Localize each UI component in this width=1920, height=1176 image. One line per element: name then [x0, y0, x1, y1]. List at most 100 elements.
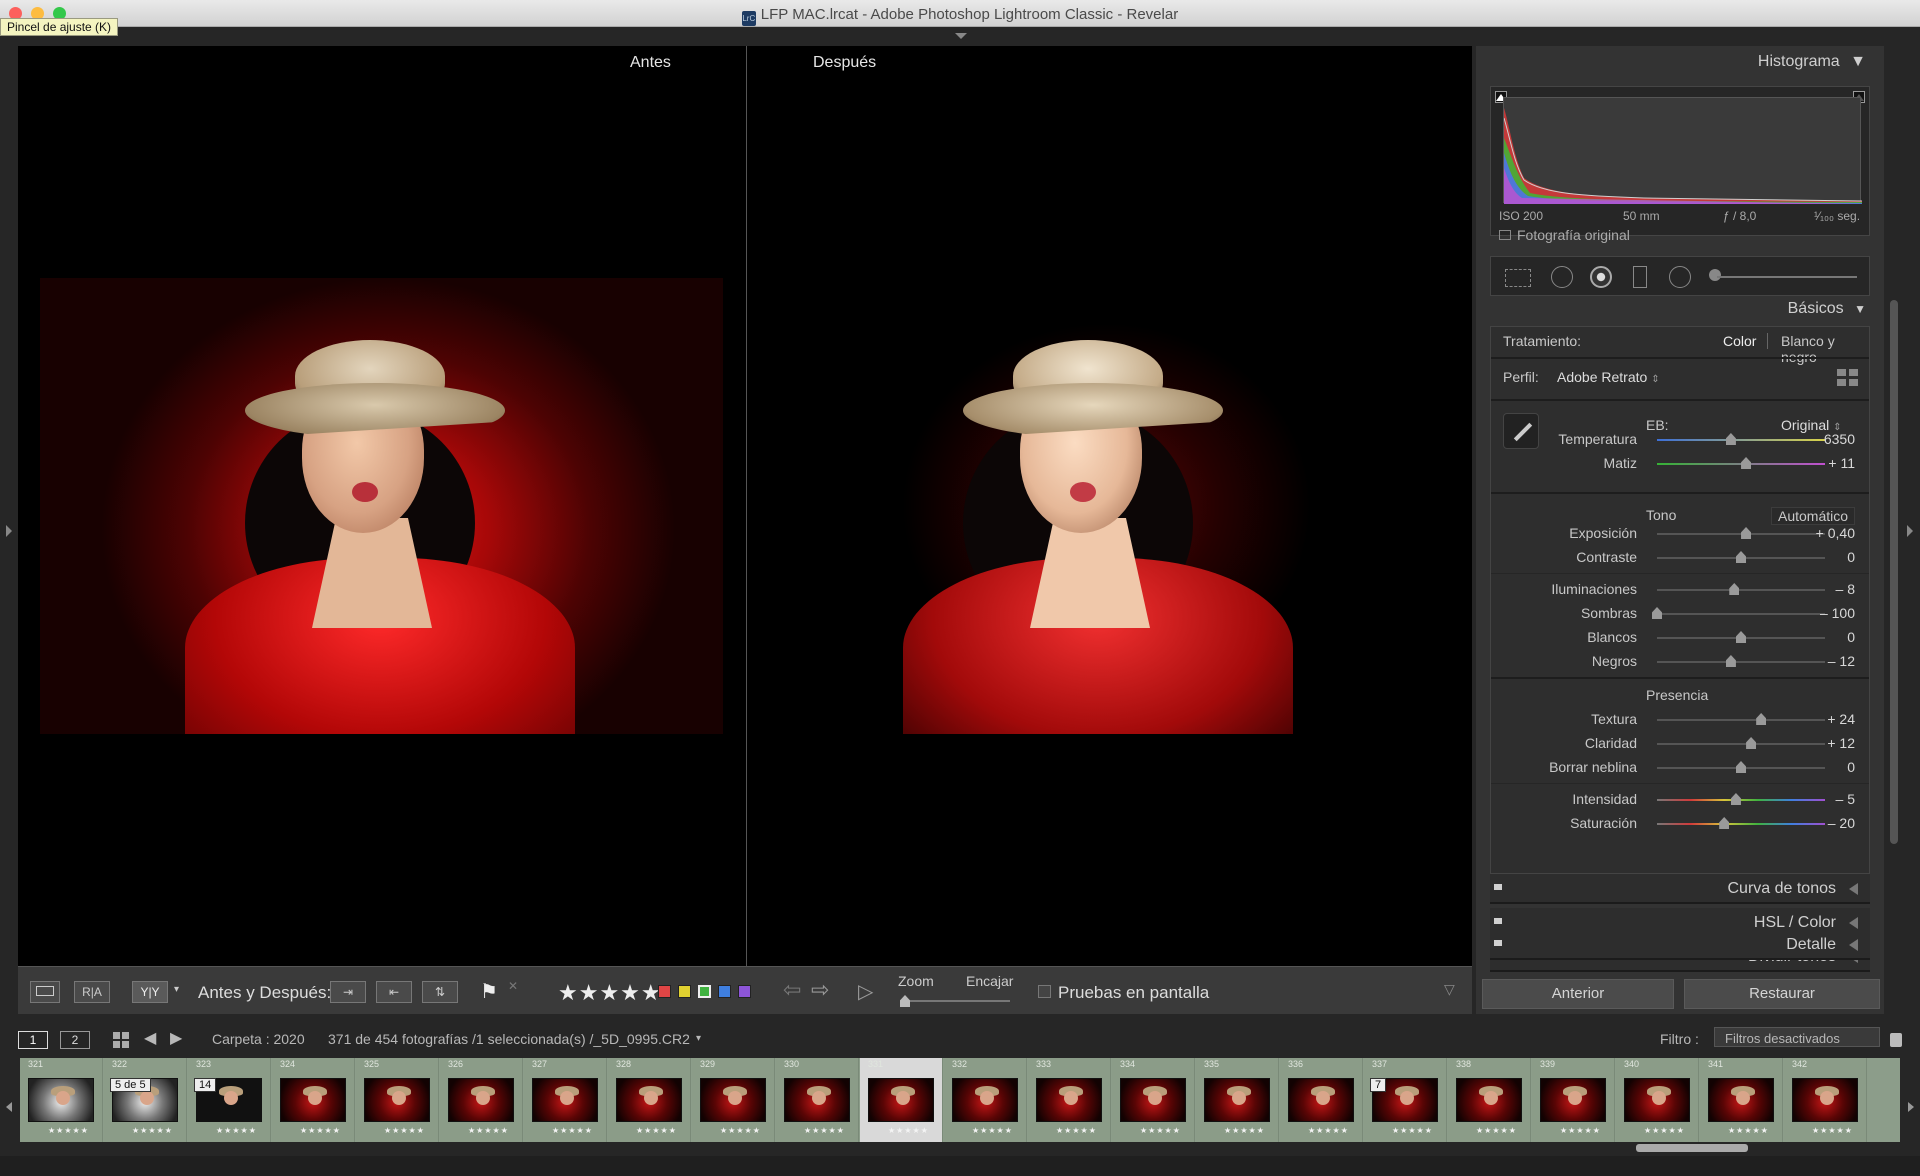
slider-thumb-saturation[interactable] [1719, 817, 1730, 829]
second-window-button[interactable]: 2 [60, 1031, 90, 1049]
filmstrip-left-arrow-icon[interactable] [6, 1102, 12, 1112]
filmstrip-thumbnail[interactable]: 338 ★★★★★ [1448, 1058, 1531, 1142]
reset-button[interactable]: Restaurar [1684, 979, 1880, 1009]
slider-thumb-shadows[interactable] [1652, 607, 1662, 619]
loupe-view-button[interactable] [30, 981, 60, 1003]
radial-filter-tool-icon[interactable] [1669, 266, 1691, 288]
profile-browser-grid-icon[interactable] [1837, 369, 1859, 387]
previous-photo-arrow-icon[interactable]: ⇦ [783, 977, 801, 1003]
previous-settings-button[interactable]: Anterior [1482, 979, 1674, 1009]
swap-before-after-button[interactable]: ⇅ [422, 981, 458, 1003]
top-panel-toggle-icon[interactable] [955, 33, 967, 39]
before-after-ra-button[interactable]: R|A [74, 981, 110, 1003]
filter-dropdown[interactable]: Filtros desactivados [1714, 1027, 1880, 1047]
soft-proof-checkbox[interactable] [1038, 985, 1051, 998]
detail-panel[interactable]: Detalle [1490, 930, 1870, 960]
filmstrip-scrollbar[interactable] [1636, 1144, 1748, 1152]
copy-before-to-after-button[interactable]: ⇥ [330, 981, 366, 1003]
filmstrip-thumbnail[interactable]: 339 ★★★★★ [1532, 1058, 1615, 1142]
back-arrow-icon[interactable]: ◀ [144, 1028, 156, 1048]
slider-track-blacks[interactable] [1657, 661, 1825, 663]
purple-label-swatch[interactable] [738, 985, 751, 998]
slider-track-tint[interactable] [1657, 463, 1825, 465]
grid-view-icon[interactable] [113, 1032, 129, 1048]
slider-track-temp[interactable] [1657, 439, 1825, 441]
panel-switch-icon[interactable] [1494, 940, 1502, 946]
slider-value-contrast[interactable]: 0 [1847, 549, 1855, 565]
filmstrip-thumbnail[interactable]: 329 ★★★★★ [692, 1058, 775, 1142]
treatment-bw-option[interactable]: Blanco y negro [1781, 333, 1869, 365]
filmstrip-thumbnail[interactable]: 327 ★★★★★ [524, 1058, 607, 1142]
filmstrip-thumbnail[interactable]: 321 ★★★★★ [20, 1058, 103, 1142]
next-photo-arrow-icon[interactable]: ⇨ [811, 977, 829, 1003]
filmstrip-thumbnail[interactable]: 330 ★★★★★ [776, 1058, 859, 1142]
zoom-slider[interactable] [900, 1000, 1010, 1002]
slider-track-highlights[interactable] [1657, 589, 1825, 591]
slider-value-saturation[interactable]: – 20 [1828, 815, 1855, 831]
filmstrip-thumbnail[interactable]: 324 ★★★★★ [272, 1058, 355, 1142]
basic-header[interactable]: Básicos ▼ [1788, 300, 1866, 318]
slider-value-temp[interactable]: 6350 [1824, 431, 1855, 447]
yellow-label-swatch[interactable] [678, 985, 691, 998]
slider-thumb-tint[interactable] [1741, 457, 1752, 469]
slideshow-play-icon[interactable]: ▷ [858, 979, 873, 1004]
red-eye-tool-icon[interactable] [1590, 266, 1612, 288]
panel-switch-icon[interactable] [1494, 884, 1502, 890]
slider-thumb-blacks[interactable] [1725, 655, 1736, 667]
filmstrip[interactable]: 321 ★★★★★ 322 ★★★★★ 5 de 5 323 ★★★★★ 14 324 ★★★★★… [20, 1058, 1900, 1142]
slider-thumb-vibrance[interactable] [1730, 793, 1741, 805]
slider-value-vibrance[interactable]: – 5 [1836, 791, 1855, 807]
filmstrip-thumbnail[interactable]: 341 ★★★★★ [1700, 1058, 1783, 1142]
slider-thumb-whites[interactable] [1736, 631, 1746, 643]
panel-switch-icon[interactable] [1494, 918, 1502, 924]
filter-lock-icon[interactable] [1890, 1033, 1902, 1047]
green-label-swatch[interactable] [698, 985, 711, 998]
before-after-yy-button[interactable]: Y|Y [132, 981, 168, 1003]
slider-value-shadows[interactable]: – 100 [1820, 605, 1855, 621]
before-after-view[interactable]: Antes Después [18, 46, 1472, 966]
filmstrip-thumbnail[interactable]: 322 ★★★★★ 5 de 5 [104, 1058, 187, 1142]
filmstrip-thumbnail[interactable]: 326 ★★★★★ [440, 1058, 523, 1142]
right-panel-toggle-icon[interactable] [1907, 525, 1913, 537]
left-panel-toggle-icon[interactable] [6, 525, 12, 537]
star-rating[interactable]: ★★★★★ [558, 980, 662, 1006]
photo-count-dropdown-icon[interactable]: ▾ [696, 1033, 701, 1044]
before-photo[interactable] [40, 278, 723, 734]
filmstrip-thumbnail[interactable]: 325 ★★★★★ [356, 1058, 439, 1142]
stack-count-badge[interactable]: 5 de 5 [110, 1078, 151, 1092]
crop-tool-icon[interactable] [1505, 269, 1531, 287]
filmstrip-thumbnail[interactable]: 331 ★★★★★ [860, 1058, 943, 1142]
slider-value-clarity[interactable]: + 12 [1827, 735, 1855, 751]
slider-thumb-temp[interactable] [1725, 433, 1736, 445]
profile-dropdown[interactable]: Adobe Retrato ⇕ [1557, 369, 1660, 385]
photo-count[interactable]: 371 de 454 fotografías /1 seleccionada(s… [328, 1031, 690, 1047]
slider-thumb-dehaze[interactable] [1736, 761, 1746, 773]
slider-thumb-texture[interactable] [1756, 713, 1767, 725]
slider-track-saturation[interactable] [1657, 823, 1825, 825]
slider-thumb-contrast[interactable] [1736, 551, 1746, 563]
slider-value-exposure[interactable]: + 0,40 [1816, 525, 1855, 541]
spot-removal-tool-icon[interactable] [1551, 266, 1573, 288]
slider-track-exposure[interactable] [1657, 533, 1825, 535]
folder-source[interactable]: Carpeta : 2020 [212, 1031, 305, 1047]
tone-curve-panel[interactable]: Curva de tonos [1490, 874, 1870, 904]
adjustment-brush-tool-icon[interactable] [1709, 269, 1721, 281]
after-photo[interactable] [753, 278, 1433, 734]
auto-tone-button[interactable]: Automático [1771, 507, 1856, 525]
forward-arrow-icon[interactable]: ▶ [170, 1028, 182, 1048]
slider-value-tint[interactable]: + 11 [1828, 455, 1855, 471]
toolbar-content-dropdown-icon[interactable]: ▽ [1444, 981, 1455, 998]
filmstrip-thumbnail[interactable]: 336 ★★★★★ [1280, 1058, 1363, 1142]
zoom-slider-thumb[interactable] [900, 995, 910, 1007]
treatment-color-option[interactable]: Color [1723, 333, 1756, 349]
right-panel-scrollbar[interactable] [1890, 300, 1898, 844]
filmstrip-thumbnail[interactable]: 328 ★★★★★ [608, 1058, 691, 1142]
stack-count-badge[interactable]: 14 [194, 1078, 217, 1092]
slider-thumb-exposure[interactable] [1741, 527, 1752, 539]
filmstrip-thumbnail[interactable]: 340 ★★★★★ [1616, 1058, 1699, 1142]
histogram-header[interactable]: Histograma ▼ [1758, 53, 1866, 71]
slider-value-dehaze[interactable]: 0 [1847, 759, 1855, 775]
filmstrip-thumbnail[interactable]: 333 ★★★★★ [1028, 1058, 1111, 1142]
view-mode-dropdown-icon[interactable]: ▾ [174, 984, 179, 995]
original-photo-checkbox[interactable] [1499, 230, 1511, 240]
